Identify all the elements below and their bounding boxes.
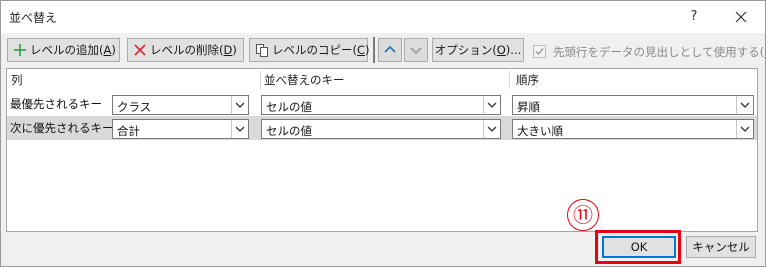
row-label: 最優先されるキー [10, 97, 102, 111]
toolbar-divider [373, 37, 375, 63]
column-select[interactable]: 合計 [112, 119, 249, 139]
move-down-button[interactable] [404, 38, 428, 62]
dropdown-button[interactable] [231, 96, 248, 114]
order-select[interactable]: 大きい順 [512, 119, 754, 139]
copy-level-button[interactable]: レベルのコピー(C) [249, 38, 370, 62]
chevron-down-icon [235, 102, 245, 108]
sort-level-row[interactable]: 最優先されるキー クラス セルの値 昇順 [7, 92, 757, 116]
column-select[interactable]: クラス [112, 95, 249, 115]
dialog-title: 並べ替え [9, 11, 58, 25]
has-headers-checkbox[interactable] [533, 45, 546, 58]
delete-x-icon [133, 43, 147, 57]
header-divider [260, 71, 261, 89]
checkmark-icon [535, 48, 544, 56]
order-select[interactable]: 昇順 [512, 95, 754, 115]
title-bar: 並べ替え ? [1, 1, 765, 33]
dropdown-button[interactable] [483, 96, 500, 114]
options-key: O [496, 43, 506, 57]
sort-dialog: 並べ替え ? レベルの追加(A) レベルの削除(D) レベルのコピー(C) オプ… [0, 0, 766, 267]
dropdown-button[interactable] [231, 120, 248, 138]
dropdown-button[interactable] [483, 120, 500, 138]
add-level-label: レベルの追加 [30, 43, 99, 57]
close-icon [735, 11, 747, 23]
add-level-button[interactable]: レベルの追加(A) [7, 38, 120, 62]
chevron-down-icon [235, 126, 245, 132]
sort-on-select[interactable]: セルの値 [261, 119, 501, 139]
options-button[interactable]: オプション(O)... [432, 38, 524, 62]
dropdown-button[interactable] [736, 96, 753, 114]
header-divider [509, 71, 510, 89]
ok-button[interactable]: OK [602, 236, 676, 258]
plus-icon [13, 43, 27, 57]
chevron-down-icon [487, 126, 497, 132]
sort-level-row-selected[interactable]: 次に優先されるキー 合計 セルの値 大きい順 [7, 116, 757, 140]
chevron-up-icon [384, 45, 396, 53]
move-up-button[interactable] [378, 38, 402, 62]
header-order: 順序 [516, 73, 539, 87]
copy-icon [255, 43, 269, 57]
sort-on-select[interactable]: セルの値 [261, 95, 501, 115]
delete-level-button[interactable]: レベルの削除(D) [127, 38, 244, 62]
dropdown-button[interactable] [736, 120, 753, 138]
delete-level-label: レベルの削除 [150, 43, 219, 57]
header-column: 列 [11, 73, 23, 87]
close-button[interactable] [731, 7, 751, 27]
header-sort-on: 並べ替えのキー [264, 73, 345, 87]
help-button[interactable]: ? [684, 7, 704, 27]
chevron-down-icon [487, 102, 497, 108]
step-annotation-marker: ⑪ [567, 199, 599, 231]
chevron-down-icon [740, 102, 750, 108]
options-label: オプション [434, 43, 493, 57]
sort-levels-grid: 列 並べ替えのキー 順序 最優先されるキー クラス セルの値 昇順 次に優先され… [6, 68, 758, 232]
delete-level-key: D [223, 43, 233, 57]
add-level-key: A [103, 43, 112, 57]
copy-level-key: C [357, 43, 366, 57]
chevron-down-icon [410, 47, 422, 55]
row-label: 次に優先されるキー [10, 121, 114, 135]
copy-level-label: レベルのコピー [272, 43, 353, 57]
cancel-button[interactable]: キャンセル [686, 236, 756, 258]
has-headers-label: 先頭行をデータの見出しとして使用する(H) [553, 45, 766, 59]
options-ellipsis: ... [510, 43, 522, 57]
chevron-down-icon [740, 126, 750, 132]
